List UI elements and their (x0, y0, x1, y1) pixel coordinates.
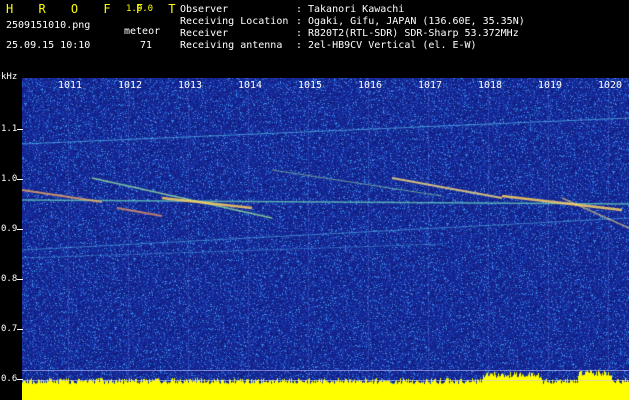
spectrogram-canvas (22, 78, 629, 400)
x-tick-label: 1012 (118, 80, 143, 91)
header: H R O F F T 1.0.0 2509151010.png 25.09.1… (0, 0, 629, 82)
x-tick-label: 1013 (178, 80, 203, 91)
x-tick-label: 1018 (478, 80, 503, 91)
y-axis-unit: kHz (1, 72, 18, 82)
info-value-receiver: R820T2(RTL-SDR) SDR-Sharp 53.372MHz (308, 28, 519, 39)
info-sep-location: : (296, 16, 303, 27)
app-title: H R O F F T (6, 2, 185, 16)
file-name: 2509151010.png (6, 20, 91, 31)
info-value-location: Ogaki, Gifu, JAPAN (136.60E, 35.35N) (308, 16, 525, 27)
spectrogram (22, 78, 629, 400)
x-tick-label: 1014 (238, 80, 263, 91)
y-tick (17, 329, 23, 330)
x-tick-label: 1015 (298, 80, 323, 91)
y-tick (17, 229, 23, 230)
info-sep-observer: : (296, 4, 303, 15)
y-tick-label: 1.1 (1, 124, 18, 134)
counter-label: meteor (124, 26, 161, 37)
y-tick (17, 129, 23, 130)
info-sep-antenna: : (296, 40, 303, 51)
x-tick-label: 1011 (58, 80, 83, 91)
info-value-antenna: 2el-HB9CV Vertical (el. E-W) (308, 40, 477, 51)
info-key-receiver: Receiver (180, 28, 229, 39)
info-key-antenna: Receiving antenna (180, 40, 283, 51)
info-key-location: Receiving Location (180, 16, 289, 27)
x-tick-label: 1016 (358, 80, 383, 91)
x-tick-label: 1020 (598, 80, 623, 91)
info-sep-receiver: : (296, 28, 303, 39)
info-key-observer: Observer (180, 4, 229, 15)
y-tick-label: 0.9 (1, 224, 18, 234)
app-version: 1.0.0 (126, 4, 154, 14)
y-tick-label: 1.0 (1, 174, 18, 184)
y-tick-label: 0.8 (1, 274, 18, 284)
reference-line (22, 370, 629, 371)
file-datetime: 25.09.15 10:10 (6, 40, 91, 51)
x-tick-label: 1019 (538, 80, 563, 91)
reference-line (22, 380, 629, 381)
y-tick (17, 279, 23, 280)
y-tick-label: 0.6 (1, 374, 18, 384)
info-value-observer: Takanori Kawachi (308, 4, 405, 15)
counter-value: 71 (140, 40, 153, 51)
x-tick-label: 1017 (418, 80, 443, 91)
y-tick-label: 0.7 (1, 324, 18, 334)
y-tick (17, 179, 23, 180)
